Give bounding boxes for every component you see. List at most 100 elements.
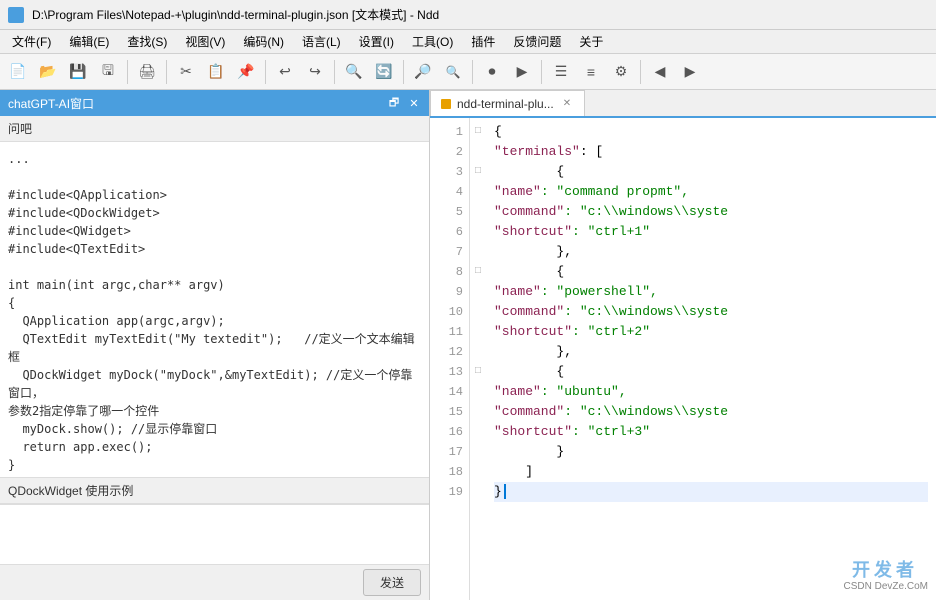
zoom-out-btn[interactable]: 🔍 bbox=[439, 58, 467, 86]
panel-title-bar: chatGPT-AI窗口 🗗 ✕ bbox=[0, 90, 429, 116]
code-part-str: : "c:\\windows\\syste bbox=[564, 204, 728, 219]
copy-btn[interactable]: 📋 bbox=[202, 58, 230, 86]
main-area: chatGPT-AI窗口 🗗 ✕ 问吧 ... #include<QApplic… bbox=[0, 90, 936, 600]
new-file-btn[interactable]: 📄 bbox=[4, 58, 32, 86]
code-line-11: "shortcut": "ctrl+2" bbox=[494, 322, 928, 342]
menu-item-i[interactable]: 设置(I) bbox=[351, 31, 402, 52]
fold-marker-3[interactable]: □ bbox=[470, 162, 486, 182]
chat-input-area[interactable] bbox=[0, 504, 429, 564]
menu-item-f[interactable]: 文件(F) bbox=[4, 31, 59, 52]
app-icon bbox=[8, 7, 24, 23]
fold-marker-5 bbox=[470, 202, 486, 222]
code-part-bracket: { bbox=[494, 364, 564, 379]
sep3 bbox=[265, 60, 266, 84]
sep8 bbox=[640, 60, 641, 84]
macro-btn[interactable]: ⏺ bbox=[478, 58, 506, 86]
sep4 bbox=[334, 60, 335, 84]
line-number-13: 13 bbox=[430, 362, 469, 382]
code-part-str: : "c:\\windows\\syste bbox=[564, 304, 728, 319]
align-left-btn[interactable]: ☰ bbox=[547, 58, 575, 86]
save-btn[interactable]: 💾 bbox=[64, 58, 92, 86]
bottom-label: QDockWidget 使用示例 bbox=[0, 477, 429, 504]
replace-btn[interactable]: 🔄 bbox=[370, 58, 398, 86]
menu-item-l[interactable]: 语言(L) bbox=[294, 31, 349, 52]
code-part-str: : "command propmt", bbox=[541, 184, 689, 199]
next-btn[interactable]: ▶ bbox=[676, 58, 704, 86]
code-line-14: "name": "ubuntu", bbox=[494, 382, 928, 402]
code-part-bracket: }, bbox=[494, 244, 572, 259]
watermark-sub: CSDN DevZe.CoM bbox=[844, 581, 928, 592]
code-part-str: : "ubuntu", bbox=[541, 384, 627, 399]
file-tab[interactable]: ndd-terminal-plu... ✕ bbox=[430, 90, 585, 116]
open-btn[interactable]: 📂 bbox=[34, 58, 62, 86]
fold-column: □ □ □ □ bbox=[470, 118, 486, 600]
menu-item-[interactable]: 插件 bbox=[463, 31, 503, 52]
paste-btn[interactable]: 📌 bbox=[232, 58, 260, 86]
fold-marker-10 bbox=[470, 302, 486, 322]
code-lines[interactable]: {"terminals": [ {"name": "command propmt… bbox=[486, 118, 936, 600]
settings-btn[interactable]: ⚙ bbox=[607, 58, 635, 86]
code-part-key: "command" bbox=[494, 304, 564, 319]
line-numbers: 12345678910111213141516171819 bbox=[430, 118, 470, 600]
redo-btn[interactable]: ↪ bbox=[301, 58, 329, 86]
code-line-10: "command": "c:\\windows\\syste bbox=[494, 302, 928, 322]
line-number-19: 19 bbox=[430, 482, 469, 502]
tab-label: ndd-terminal-plu... bbox=[457, 97, 554, 111]
fold-marker-4 bbox=[470, 182, 486, 202]
watermark-wrapper: 开发者 CSDN DevZe.CoM bbox=[844, 581, 928, 592]
code-line-13: { bbox=[494, 362, 928, 382]
code-part-key: "terminals" bbox=[494, 144, 580, 159]
fold-marker-8[interactable]: □ bbox=[470, 262, 486, 282]
line-number-10: 10 bbox=[430, 302, 469, 322]
run-btn[interactable]: ▶ bbox=[508, 58, 536, 86]
code-line-17: } bbox=[494, 442, 928, 462]
save-all-btn[interactable]: 🖫 bbox=[94, 58, 122, 86]
find-btn[interactable]: 🔍 bbox=[340, 58, 368, 86]
code-part-bracket: ] bbox=[494, 464, 533, 479]
menu-item-v[interactable]: 视图(V) bbox=[177, 31, 233, 52]
undo-btn[interactable]: ↩ bbox=[271, 58, 299, 86]
code-line-4: "name": "command propmt", bbox=[494, 182, 928, 202]
code-line-12: }, bbox=[494, 342, 928, 362]
panel-title-text: chatGPT-AI窗口 bbox=[8, 95, 94, 112]
panel-close-btn[interactable]: ✕ bbox=[407, 96, 421, 110]
fold-marker-1[interactable]: □ bbox=[470, 122, 486, 142]
code-line-16: "shortcut": "ctrl+3" bbox=[494, 422, 928, 442]
cut-btn[interactable]: ✂ bbox=[172, 58, 200, 86]
fold-marker-16 bbox=[470, 422, 486, 442]
fold-marker-17 bbox=[470, 442, 486, 462]
chat-footer: 发送 bbox=[0, 564, 429, 600]
fold-marker-13[interactable]: □ bbox=[470, 362, 486, 382]
title-text: D:\Program Files\Notepad-+\plugin\ndd-te… bbox=[32, 6, 439, 23]
line-number-11: 11 bbox=[430, 322, 469, 342]
code-line-5: "command": "c:\\windows\\syste bbox=[494, 202, 928, 222]
code-line-19: } bbox=[494, 482, 928, 502]
tab-close-btn[interactable]: ✕ bbox=[560, 97, 574, 110]
panel-restore-btn[interactable]: 🗗 bbox=[387, 96, 401, 110]
code-part-bracket: } bbox=[494, 444, 564, 459]
line-number-6: 6 bbox=[430, 222, 469, 242]
fold-marker-11 bbox=[470, 322, 486, 342]
send-button[interactable]: 发送 bbox=[363, 569, 421, 596]
line-number-8: 8 bbox=[430, 262, 469, 282]
menu-item-n[interactable]: 编码(N) bbox=[235, 31, 292, 52]
line-number-3: 3 bbox=[430, 162, 469, 182]
menu-item-o[interactable]: 工具(O) bbox=[404, 31, 461, 52]
align-right-btn[interactable]: ≡ bbox=[577, 58, 605, 86]
line-number-12: 12 bbox=[430, 342, 469, 362]
sep5 bbox=[403, 60, 404, 84]
tab-file-icon bbox=[441, 99, 451, 109]
menu-item-s[interactable]: 查找(S) bbox=[119, 31, 175, 52]
zoom-in-btn[interactable]: 🔎 bbox=[409, 58, 437, 86]
code-line-6: "shortcut": "ctrl+1" bbox=[494, 222, 928, 242]
prev-btn[interactable]: ◀ bbox=[646, 58, 674, 86]
menu-item-[interactable]: 关于 bbox=[571, 31, 611, 52]
line-number-17: 17 bbox=[430, 442, 469, 462]
left-panel: chatGPT-AI窗口 🗗 ✕ 问吧 ... #include<QApplic… bbox=[0, 90, 430, 600]
menu-item-e[interactable]: 编辑(E) bbox=[61, 31, 117, 52]
print-btn[interactable]: 🖨 bbox=[133, 58, 161, 86]
menu-item-[interactable]: 反馈问题 bbox=[505, 31, 569, 52]
code-part-bracket: { bbox=[494, 264, 564, 279]
chat-input[interactable] bbox=[4, 509, 425, 560]
fold-marker-2 bbox=[470, 142, 486, 162]
